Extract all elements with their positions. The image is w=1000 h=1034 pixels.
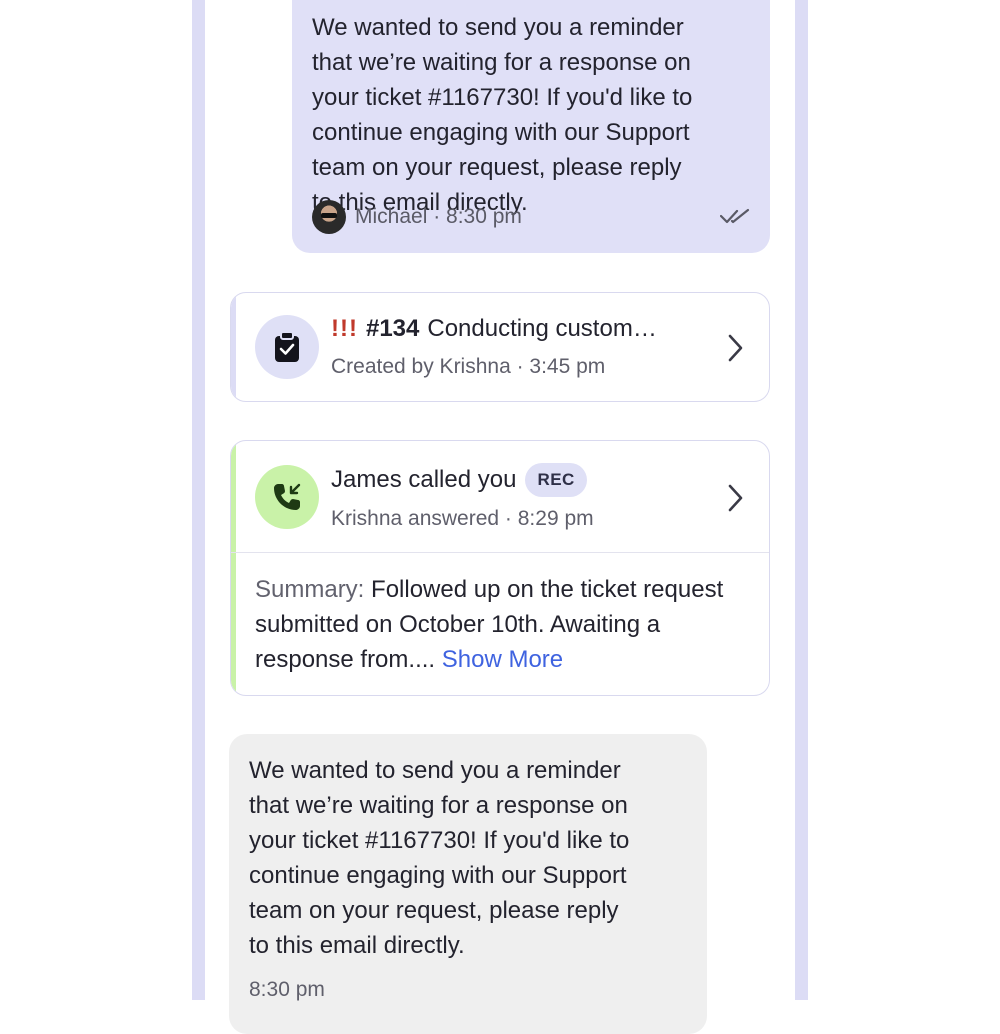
avatar bbox=[312, 200, 346, 234]
clipboard-check-icon bbox=[275, 331, 299, 362]
call-icon-badge bbox=[255, 465, 319, 529]
call-summary: Summary: Followed up on the ticket reque… bbox=[255, 572, 745, 677]
outgoing-message-text: We wanted to send you a reminder that we… bbox=[312, 14, 693, 216]
task-card[interactable]: !!! #134 Conducting custom… Created by Kri… bbox=[230, 292, 770, 402]
chevron-right-icon[interactable] bbox=[725, 483, 745, 513]
incoming-call-icon bbox=[274, 483, 301, 510]
task-icon-badge bbox=[255, 315, 319, 379]
summary-label: Summary: bbox=[255, 576, 365, 603]
task-card-accent bbox=[231, 293, 236, 401]
meta-separator: · bbox=[427, 205, 447, 228]
call-subtitle: Krishna answered · 8:29 pm bbox=[331, 507, 594, 530]
call-card-accent bbox=[231, 441, 236, 695]
incoming-message-text: We wanted to send you a reminder that we… bbox=[249, 757, 630, 959]
call-title-row: James called you REC bbox=[331, 463, 587, 497]
double-check-icon bbox=[720, 208, 750, 224]
message-time: 8:30 pm bbox=[446, 205, 522, 228]
recording-badge[interactable]: REC bbox=[525, 463, 587, 497]
sender-name: Michael bbox=[355, 205, 428, 228]
show-more-link[interactable]: Show More bbox=[442, 646, 563, 673]
message-meta: Michael · 8:30 pm bbox=[312, 200, 522, 234]
ticket-number: #134 bbox=[365, 315, 420, 342]
chevron-right-icon[interactable] bbox=[725, 333, 745, 363]
task-subtitle: Created by Krishna · 3:45 pm bbox=[331, 355, 606, 378]
priority-indicator: !!! bbox=[331, 315, 358, 342]
task-title-row: !!! #134 Conducting custom… bbox=[331, 315, 657, 343]
call-title: James called you bbox=[331, 466, 517, 493]
message-time: 8:30 pm bbox=[249, 978, 325, 1001]
outgoing-message-bubble[interactable]: We wanted to send you a reminder that we… bbox=[292, 0, 770, 253]
card-divider bbox=[231, 552, 769, 553]
call-card[interactable]: James called you REC Krishna answered · … bbox=[230, 440, 770, 696]
task-title: Conducting custom… bbox=[427, 315, 657, 342]
incoming-message-bubble[interactable]: We wanted to send you a reminder that we… bbox=[229, 734, 707, 1034]
